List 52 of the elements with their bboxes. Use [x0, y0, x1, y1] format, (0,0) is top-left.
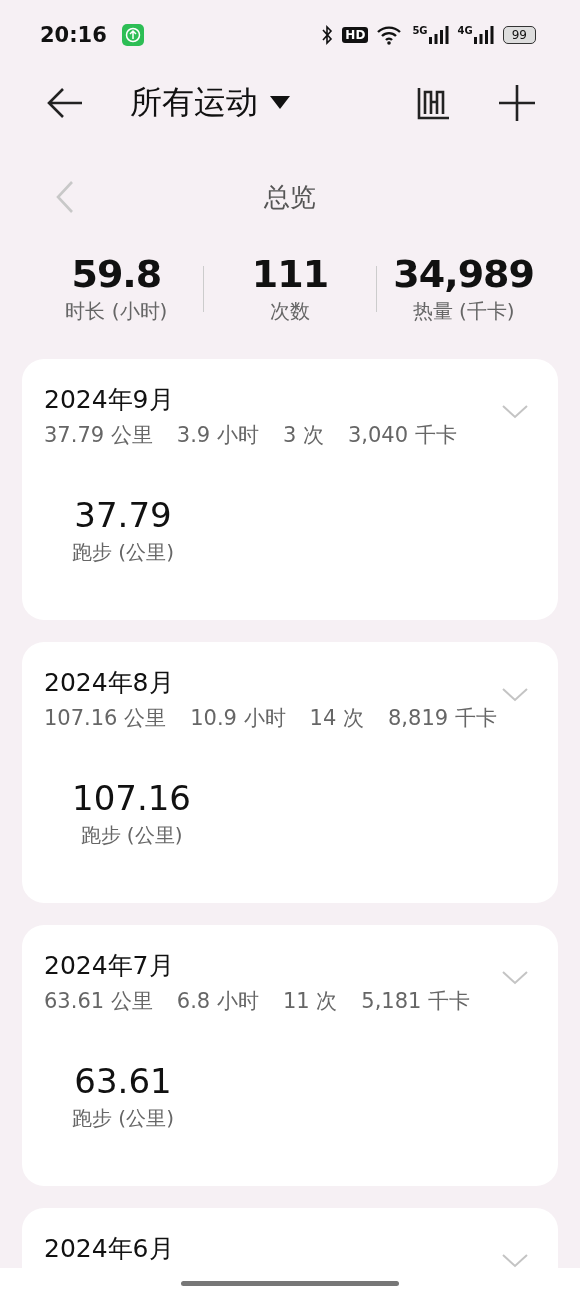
summary-item: 11 次	[282, 988, 338, 1015]
signal-icon	[428, 26, 449, 44]
summary-item: 37.79 公里	[44, 422, 153, 449]
month-card[interactable]: 2024年6月	[22, 1208, 558, 1268]
expand-chevron-icon[interactable]	[502, 405, 528, 419]
summary-item: 107.16 公里	[44, 705, 167, 732]
bluetooth-icon	[321, 25, 334, 45]
sport-value: 63.61	[74, 1061, 172, 1101]
month-card[interactable]: 2024年9月 37.79 公里 3.9 小时 3 次 3,040 千卡 37.79 跑步 (公里)	[22, 359, 558, 620]
summary-item: 8,819 千卡	[388, 705, 497, 732]
month-title: 2024年8月	[44, 667, 174, 699]
stat-label: 时长 (小时)	[65, 298, 168, 325]
network-type-label: 5G	[412, 26, 428, 36]
summary-item: 6.8 小时	[176, 988, 259, 1015]
stat-value: 34,989	[393, 252, 534, 296]
summary-item: 3,040 千卡	[347, 422, 457, 449]
signal-icon	[473, 26, 494, 44]
summary-item: 3.9 小时	[176, 422, 259, 449]
stat-value: 59.8	[71, 252, 162, 296]
summary-item: 10.9 小时	[190, 705, 286, 732]
expand-chevron-icon[interactable]	[502, 688, 528, 702]
month-card[interactable]: 2024年7月 63.61 公里 6.8 小时 11 次 5,181 千卡 63.61 跑步 (公里)	[22, 925, 558, 1186]
sport-type-dropdown[interactable]: 所有运动	[130, 81, 290, 125]
expand-chevron-icon[interactable]	[502, 1254, 528, 1268]
dropdown-caret-icon	[270, 96, 290, 110]
sport-value: 107.16	[72, 778, 191, 818]
month-title: 2024年9月	[44, 384, 174, 416]
previous-icon[interactable]	[55, 180, 75, 214]
sport-label: 跑步 (公里)	[80, 822, 183, 849]
overview-title: 总览	[264, 180, 316, 214]
network-type-label: 4G	[457, 26, 473, 36]
bar-chart-icon[interactable]	[416, 86, 450, 120]
month-card[interactable]: 2024年8月 107.16 公里 10.9 小时 14 次 8,819 千卡 107.16 跑步 (公里)	[22, 642, 558, 903]
summary-item: 14 次	[309, 705, 364, 732]
month-title: 2024年6月	[44, 1233, 174, 1265]
sport-label: 跑步 (公里)	[72, 1105, 174, 1132]
summary-item: 3 次	[282, 422, 324, 449]
sport-label: 跑步 (公里)	[72, 539, 174, 566]
hd-voice-badge: HD	[342, 27, 369, 43]
month-title: 2024年7月	[44, 950, 174, 982]
sport-value: 37.79	[74, 495, 172, 535]
home-indicator[interactable]	[181, 1281, 399, 1286]
stat-label: 次数	[270, 298, 310, 325]
add-icon[interactable]	[498, 84, 536, 122]
stat-label: 热量 (千卡)	[412, 298, 515, 325]
expand-chevron-icon[interactable]	[502, 971, 528, 985]
summary-item: 63.61 公里	[44, 988, 153, 1015]
summary-item: 5,181 千卡	[361, 988, 471, 1015]
battery-indicator: 99	[502, 26, 536, 44]
stat-value: 111	[251, 252, 329, 296]
status-time: 20:16	[40, 23, 107, 47]
upload-app-icon	[121, 24, 144, 46]
